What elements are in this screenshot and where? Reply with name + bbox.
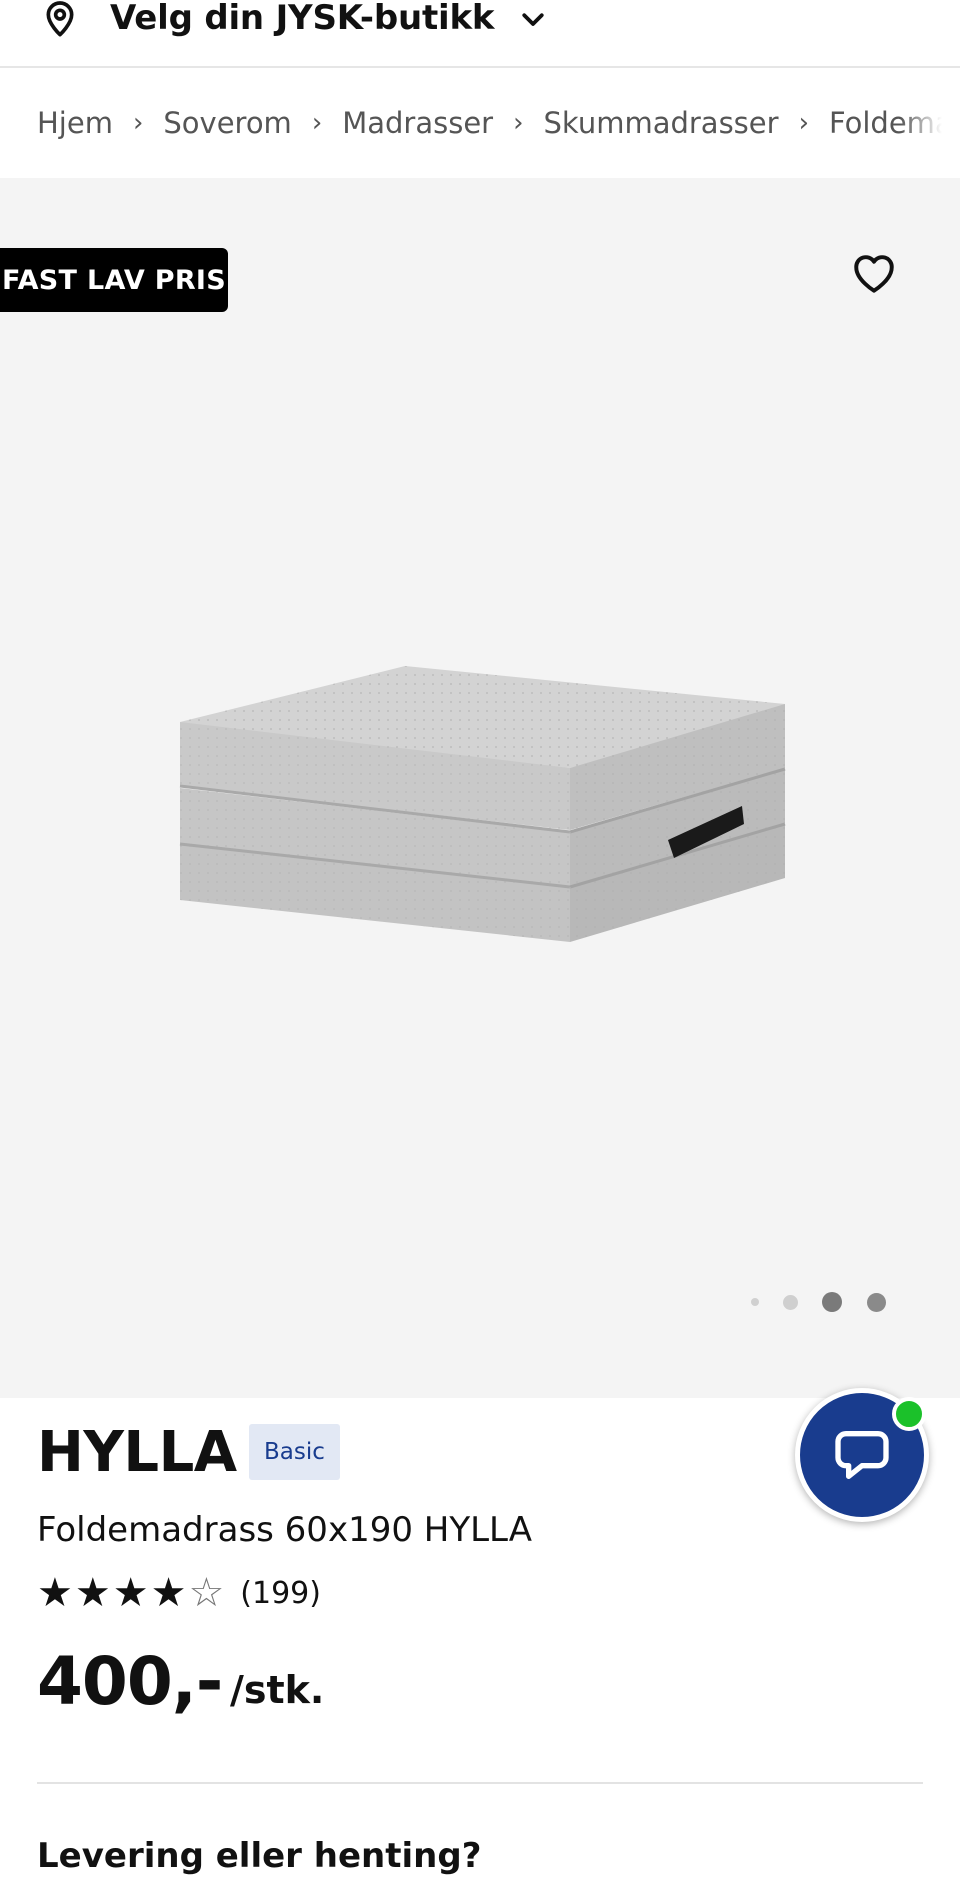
store-selector-label: Velg din JYSK-butikk <box>110 0 495 38</box>
product-price: 400,- <box>37 1643 223 1720</box>
location-pin-icon <box>46 1 74 37</box>
star-filled-icon: ★ <box>150 1570 187 1616</box>
gallery-dot-4[interactable] <box>867 1293 886 1312</box>
breadcrumb-home[interactable]: Hjem <box>37 106 113 140</box>
breadcrumb: Hjem › Soverom › Madrasser › Skummadrass… <box>0 70 960 176</box>
product-brand: HYLLA <box>37 1420 237 1485</box>
star-empty-icon: ☆ <box>188 1570 225 1616</box>
gallery-dot-3-active[interactable] <box>822 1292 842 1312</box>
gallery-dot-1[interactable] <box>751 1298 759 1306</box>
heart-icon[interactable] <box>848 248 900 298</box>
star-filled-icon: ★ <box>37 1570 73 1616</box>
product-rating[interactable]: ★ ★ ★ ★ ☆ (199) <box>37 1570 321 1616</box>
breadcrumb-fade <box>900 70 960 176</box>
breadcrumb-skummadrasser[interactable]: Skummadrasser <box>544 106 779 140</box>
chat-bubble-icon <box>835 1431 889 1479</box>
divider <box>37 1782 923 1784</box>
star-filled-icon: ★ <box>74 1570 111 1616</box>
gallery-pagination <box>0 1292 960 1312</box>
store-selector[interactable]: Velg din JYSK-butikk <box>0 0 960 68</box>
price-unit: /stk. <box>230 1668 325 1712</box>
chat-button[interactable] <box>795 1388 929 1522</box>
chevron-down-icon <box>522 13 544 26</box>
breadcrumb-madrasser[interactable]: Madrasser <box>342 106 493 140</box>
price-badge: FAST LAV PRIS <box>0 248 228 312</box>
star-filled-icon: ★ <box>112 1570 149 1616</box>
breadcrumb-separator-icon: › <box>798 108 809 138</box>
gallery-dot-2[interactable] <box>783 1295 798 1310</box>
product-tag: Basic <box>249 1424 340 1480</box>
product-gallery[interactable]: FAST LAV PRIS <box>0 178 960 1398</box>
breadcrumb-separator-icon: › <box>132 108 144 138</box>
product-name: Foldemadrass 60x190 HYLLA <box>37 1510 533 1550</box>
delivery-heading: Levering eller henting? <box>37 1836 482 1876</box>
product-image <box>179 666 786 942</box>
breadcrumb-separator-icon: › <box>513 108 524 138</box>
breadcrumb-separator-icon: › <box>311 108 323 138</box>
online-status-indicator <box>892 1397 926 1431</box>
review-count: (199) <box>240 1575 321 1611</box>
breadcrumb-soverom[interactable]: Soverom <box>163 106 291 140</box>
